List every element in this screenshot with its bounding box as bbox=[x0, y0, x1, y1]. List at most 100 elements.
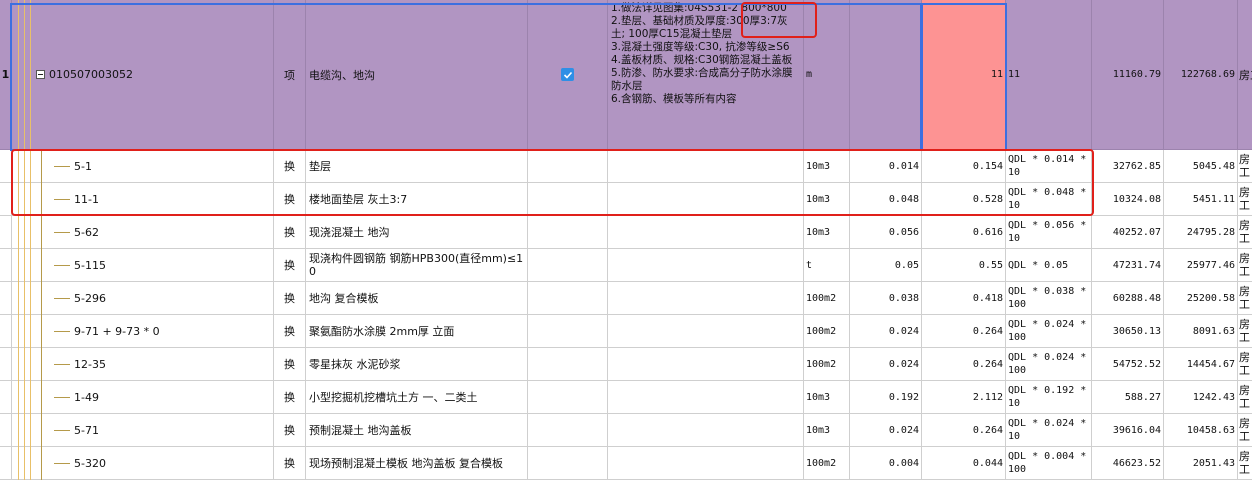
tree-guide-line bbox=[24, 0, 25, 480]
expression-cell[interactable]: QDL * 0.024 * 10 bbox=[1006, 414, 1092, 447]
table-row[interactable]: 5-71 换预制混凝土 地沟盖板 10m3 0.024 0.264 QDL * 0.024… bbox=[0, 414, 1252, 447]
table-row[interactable]: 5-1 换垫层 10m3 0.014 0.154 QDL * 0.014 * 10 3276… bbox=[0, 150, 1252, 183]
features-cell bbox=[608, 414, 804, 447]
expression-cell[interactable]: QDL * 0.024 * 100 bbox=[1006, 315, 1092, 348]
tree-branch-icon bbox=[54, 364, 70, 365]
quantity-cell[interactable]: 0.264 bbox=[922, 315, 1006, 348]
table-row[interactable]: 5-62 换现浇混凝土 地沟 10m3 0.056 0.616 QDL * 0.056 *… bbox=[0, 216, 1252, 249]
table-row[interactable]: 12-35 换零星抹灰 水泥砂浆 100m2 0.024 0.264 QDL * 0.02… bbox=[0, 348, 1252, 381]
row-index-cell bbox=[0, 183, 12, 216]
quantity-cell[interactable]: 0.528 bbox=[922, 183, 1006, 216]
unit-cell: 100m2 bbox=[804, 447, 850, 480]
item-name[interactable]: 楼地面垫层 灰土3:7 bbox=[306, 183, 528, 216]
item-name[interactable]: 电缆沟、地沟 bbox=[306, 0, 528, 150]
expression-cell[interactable]: QDL * 0.024 * 100 bbox=[1006, 348, 1092, 381]
content-cell: 0.048 bbox=[850, 183, 922, 216]
item-code[interactable]: 1-49 bbox=[12, 381, 274, 414]
category-cell: 换 bbox=[274, 150, 306, 183]
category-cell: 换 bbox=[274, 216, 306, 249]
table-row[interactable]: 5-320 换现场预制混凝土模板 地沟盖板 复合模板 100m2 0.004 0.044… bbox=[0, 447, 1252, 480]
category-cell: 项 bbox=[274, 0, 306, 150]
item-name[interactable]: 现浇混凝土 地沟 bbox=[306, 216, 528, 249]
quantity-cell[interactable]: 0.55 bbox=[922, 249, 1006, 282]
tree-branch-icon bbox=[54, 298, 70, 299]
expression-cell[interactable]: QDL * 0.014 * 10 bbox=[1006, 150, 1092, 183]
code-cell[interactable]: 010507003052 bbox=[12, 0, 274, 150]
quantity-cell[interactable]: 11 bbox=[922, 0, 1006, 150]
table-row[interactable]: 11-1 换楼地面垫层 灰土3:7 10m3 0.048 0.528 QDL * 0.04… bbox=[0, 183, 1252, 216]
item-code[interactable]: 5-1 bbox=[12, 150, 274, 183]
item-code[interactable]: 12-35 bbox=[12, 348, 274, 381]
item-code[interactable]: 5-296 bbox=[12, 282, 274, 315]
main-item-row[interactable]: 1 010507003052 项 电缆沟、地沟 1.做法详见图集:04S531-… bbox=[0, 0, 1252, 150]
quantity-cell[interactable]: 2.112 bbox=[922, 381, 1006, 414]
quantity-cell[interactable]: 0.154 bbox=[922, 150, 1006, 183]
extra-cell: 房工 bbox=[1238, 216, 1252, 249]
item-name[interactable]: 预制混凝土 地沟盖板 bbox=[306, 414, 528, 447]
checkbox-cell[interactable] bbox=[528, 0, 608, 150]
item-name[interactable]: 聚氨酯防水涂膜 2mm厚 立面 bbox=[306, 315, 528, 348]
expression-cell[interactable]: 11 bbox=[1006, 0, 1092, 150]
item-code[interactable]: 5-115 bbox=[12, 249, 274, 282]
table-row[interactable]: 9-71 + 9-73 * 0 换聚氨酯防水涂膜 2mm厚 立面 100m2 0.02… bbox=[0, 315, 1252, 348]
quantity-cell[interactable]: 0.044 bbox=[922, 447, 1006, 480]
features-cell bbox=[608, 216, 804, 249]
extra-cell: 房工 bbox=[1238, 315, 1252, 348]
tree-branch-line bbox=[41, 150, 42, 480]
row-index-cell bbox=[0, 282, 12, 315]
unit-price-cell: 32762.85 bbox=[1092, 150, 1164, 183]
extra-cell: 房工 bbox=[1238, 414, 1252, 447]
category-cell: 换 bbox=[274, 447, 306, 480]
expression-cell[interactable]: QDL * 0.048 * 10 bbox=[1006, 183, 1092, 216]
features-cell bbox=[608, 249, 804, 282]
unit-price-cell: 39616.04 bbox=[1092, 414, 1164, 447]
quantity-cell[interactable]: 0.264 bbox=[922, 414, 1006, 447]
item-name[interactable]: 现浇构件圆钢筋 钢筋HPB300(直径mm)≤10 bbox=[306, 249, 528, 282]
check-icon bbox=[563, 71, 572, 79]
extra-cell: 房工 bbox=[1238, 183, 1252, 216]
quantity-cell[interactable]: 0.264 bbox=[922, 348, 1006, 381]
item-code[interactable]: 11-1 bbox=[12, 183, 274, 216]
unit-price-cell: 588.27 bbox=[1092, 381, 1164, 414]
total-cell: 5045.48 bbox=[1164, 150, 1238, 183]
quantity-cell[interactable]: 0.616 bbox=[922, 216, 1006, 249]
total-cell: 14454.67 bbox=[1164, 348, 1238, 381]
expression-cell[interactable]: QDL * 0.004 * 100 bbox=[1006, 447, 1092, 480]
item-name[interactable]: 地沟 复合模板 bbox=[306, 282, 528, 315]
item-name[interactable]: 小型挖掘机挖槽坑土方 一、二类土 bbox=[306, 381, 528, 414]
expression-cell[interactable]: QDL * 0.192 * 10 bbox=[1006, 381, 1092, 414]
expression-cell[interactable]: QDL * 0.056 * 10 bbox=[1006, 216, 1092, 249]
code-text: 5-62 bbox=[74, 225, 99, 239]
expression-cell[interactable]: QDL * 0.038 * 100 bbox=[1006, 282, 1092, 315]
item-code[interactable]: 5-62 bbox=[12, 216, 274, 249]
code-text: 5-320 bbox=[74, 456, 106, 470]
category-cell: 换 bbox=[274, 315, 306, 348]
table-row[interactable]: 5-296 换地沟 复合模板 100m2 0.038 0.418 QDL * 0.038 … bbox=[0, 282, 1252, 315]
checkbox-cell bbox=[528, 183, 608, 216]
category-cell: 换 bbox=[274, 348, 306, 381]
checkbox-checked[interactable] bbox=[561, 68, 574, 81]
extra-cell: 房工 bbox=[1238, 381, 1252, 414]
content-cell: 0.192 bbox=[850, 381, 922, 414]
collapse-icon[interactable] bbox=[36, 70, 45, 79]
unit-price-cell: 54752.52 bbox=[1092, 348, 1164, 381]
item-name[interactable]: 垫层 bbox=[306, 150, 528, 183]
item-code: 010507003052 bbox=[49, 68, 133, 81]
item-name[interactable]: 零星抹灰 水泥砂浆 bbox=[306, 348, 528, 381]
item-name[interactable]: 现场预制混凝土模板 地沟盖板 复合模板 bbox=[306, 447, 528, 480]
category-cell: 换 bbox=[274, 414, 306, 447]
code-text: 5-296 bbox=[74, 291, 106, 305]
table-row[interactable]: 1-49 换小型挖掘机挖槽坑土方 一、二类土 10m3 0.192 2.112 QDL *… bbox=[0, 381, 1252, 414]
item-code[interactable]: 9-71 + 9-73 * 0 bbox=[12, 315, 274, 348]
content-cell bbox=[850, 0, 922, 150]
extra-cell: 房工 bbox=[1238, 150, 1252, 183]
quantity-cell[interactable]: 0.418 bbox=[922, 282, 1006, 315]
item-code[interactable]: 5-320 bbox=[12, 447, 274, 480]
table-row[interactable]: 5-115 换现浇构件圆钢筋 钢筋HPB300(直径mm)≤10 t 0.05 0.55… bbox=[0, 249, 1252, 282]
unit-cell: 10m3 bbox=[804, 216, 850, 249]
expression-cell[interactable]: QDL * 0.05 bbox=[1006, 249, 1092, 282]
item-code[interactable]: 5-71 bbox=[12, 414, 274, 447]
item-features[interactable]: 1.做法详见图集:04S531-2 800*800 2.垫层、基础材质及厚度:3… bbox=[608, 0, 804, 150]
category-cell: 换 bbox=[274, 381, 306, 414]
row-index-cell bbox=[0, 348, 12, 381]
